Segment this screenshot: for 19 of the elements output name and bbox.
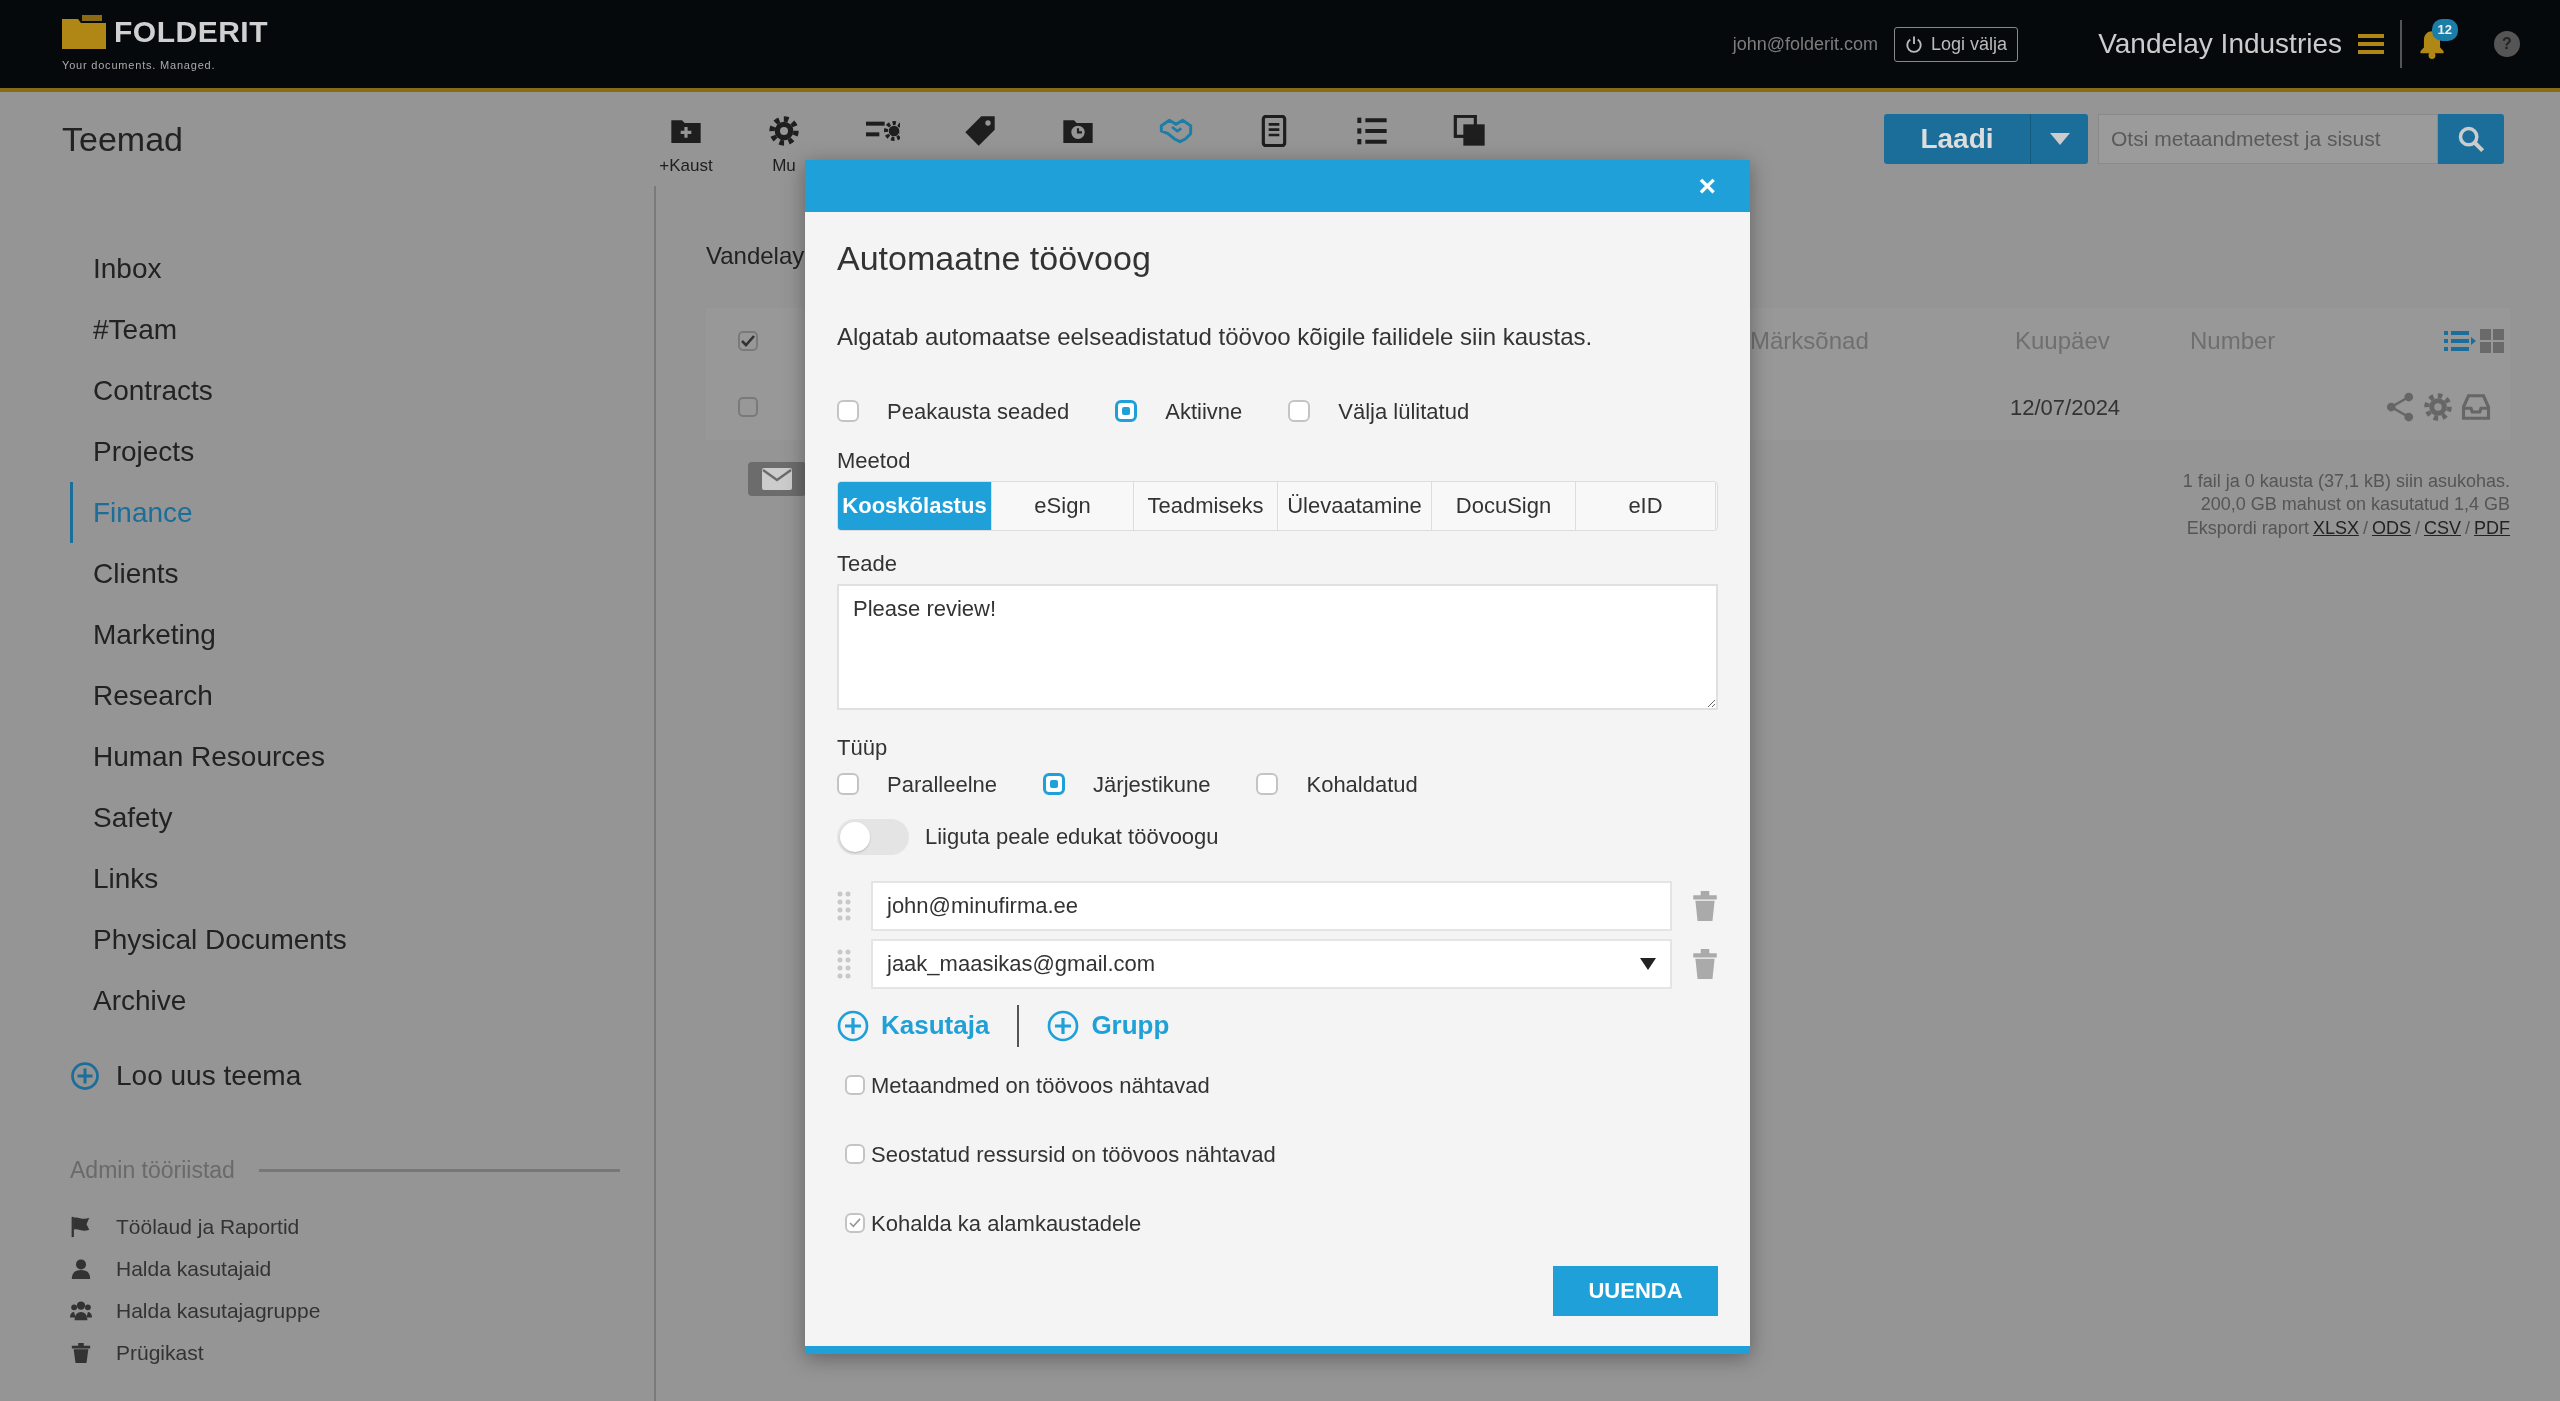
page-title: Teemad [62,118,184,160]
field-label: Meetod [837,447,911,473]
storage-info: 200,0 GB mahust on kasutatud 1,4 GB [2200,493,2510,517]
storage-info: 1 fail ja 0 kausta (37,1 kB) siin asukohas. [2182,470,2510,493]
separator: / [2465,516,2470,540]
company-name: Vandelay Industries [2098,27,2342,61]
field-label: Teade [837,550,897,576]
modal-title: Automaatne töövoog [837,238,1152,279]
notification-count: 12 [2431,19,2458,41]
toggle-label: Liiguta peale edukat töövoogu [925,823,1219,852]
tagline: Your documents. Managed. [62,57,217,73]
date-cell-text: 12/07/2024 [2010,393,2122,422]
logo-text: FOLDERIT [114,16,268,47]
field-label: Tüüp [837,734,888,760]
modal-description: Algatab automaatse eelseadistatud töövoo kõigile failidele siin kaustas. [837,321,1594,352]
export-label: Ekspordi raport [2186,516,2309,540]
user-email: john@folderit.com [1732,32,1879,56]
separator: / [2414,516,2420,540]
separator: / [2362,516,2368,540]
